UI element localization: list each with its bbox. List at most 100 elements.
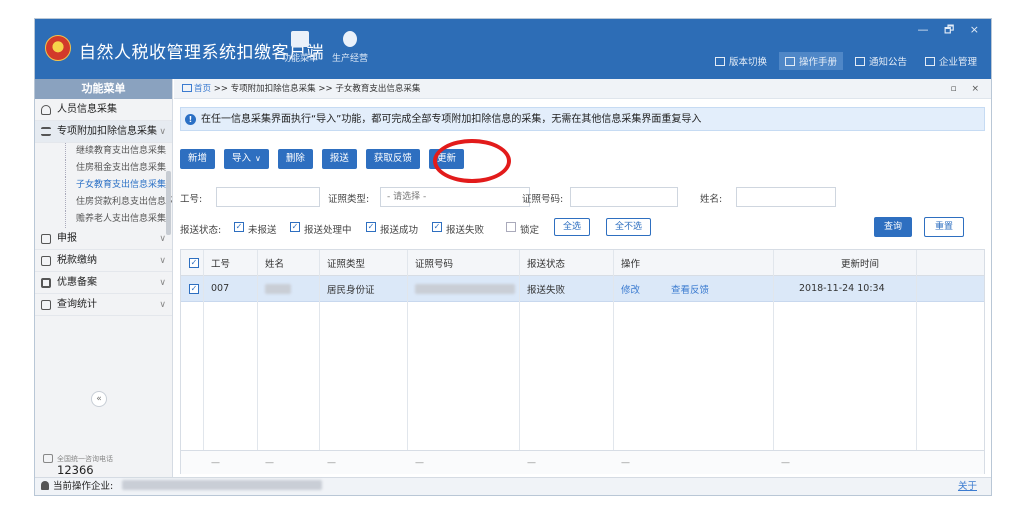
checkbox-lock[interactable] — [506, 222, 516, 232]
sidebar-subitem-child-education[interactable]: 子女教育支出信息采集 — [65, 177, 172, 194]
footer-cell: — — [621, 457, 630, 468]
info-icon: ! — [185, 114, 196, 125]
client-window: 自然人税收管理系统扣缴客户端 功能菜单 生产经营 — 🗗 × 版本切换 操作手册… — [34, 18, 992, 496]
notice-button[interactable]: 通知公告 — [849, 52, 913, 70]
id-number-input[interactable] — [570, 187, 678, 207]
sidebar-subitem-elderly-support[interactable]: 赡养老人支出信息采集 — [65, 211, 172, 228]
function-menu-label: 功能菜单 — [281, 54, 318, 64]
fetch-feedback-button[interactable]: 获取反馈 — [365, 149, 420, 169]
sidebar-item-special-deduction[interactable]: 专项附加扣除信息采集 ∨ — [35, 121, 172, 143]
id-label: 工号: — [180, 194, 203, 205]
sidebar-scrollbar[interactable] — [166, 171, 171, 235]
reset-button[interactable]: 重置 — [924, 217, 965, 237]
highlight-circle — [433, 139, 511, 183]
redacted-company-name — [122, 480, 323, 490]
header-status: 报送状态 — [527, 258, 566, 270]
sidebar-subitem-housing-loan[interactable]: 住房贷款利息支出信息采 — [65, 194, 172, 211]
edit-link[interactable]: 修改 — [621, 276, 640, 301]
row-checkbox[interactable]: ✓ — [189, 283, 199, 294]
header-action: 操作 — [621, 258, 641, 270]
redacted-id-number — [415, 283, 515, 294]
import-button[interactable]: 导入 ∨ — [224, 149, 269, 169]
sidebar-subitem-continuing-education[interactable]: 继续教育支出信息采集 — [65, 143, 172, 160]
top-right-menu: 版本切换 操作手册 通知公告 企业管理 — [709, 52, 983, 70]
column-divider — [319, 250, 320, 473]
sidebar-item-label: 人员信息采集 — [57, 104, 117, 115]
manual-button[interactable]: 操作手册 — [778, 52, 843, 70]
tab-controls[interactable]: ▫ × — [950, 79, 985, 99]
footer-cell: — — [327, 457, 336, 468]
sidebar-item-tax-payment[interactable]: 税款缴纳 ∨ — [35, 250, 172, 272]
column-divider — [613, 250, 614, 473]
sidebar-subitem-housing-rent[interactable]: 住房租金支出信息采集 — [65, 160, 172, 177]
grid-icon — [41, 300, 51, 310]
id-type-label: 证照类型: — [328, 194, 370, 205]
chevron-down-icon: ∨ — [159, 256, 166, 266]
notice-text: 在任一信息采集界面执行“导入”功能，都可完成全部专项附加扣除信息的采集，无需在其… — [201, 114, 702, 125]
user-icon — [41, 481, 49, 490]
select-all-checkbox[interactable]: ✓ — [189, 257, 199, 268]
footer-cell: — — [265, 457, 274, 468]
name-label: 姓名: — [700, 194, 723, 205]
sidebar-item-person-info[interactable]: 人员信息采集 — [35, 99, 172, 121]
sidebar-item-label: 查询统计 — [57, 299, 97, 310]
sidebar-item-label: 专项附加扣除信息采集 — [57, 126, 157, 137]
table-header: ✓ 工号 姓名 证照类型 证照号码 报送状态 操作 更新时间 — [181, 250, 984, 276]
header-id: 工号 — [211, 258, 231, 270]
chevron-down-icon: ∨ — [159, 300, 166, 310]
add-button[interactable]: 新增 — [180, 149, 216, 169]
checkbox-success[interactable]: ✓ — [366, 222, 376, 232]
sidebar-item-declare[interactable]: 申报 ∨ — [35, 228, 172, 250]
column-divider — [916, 250, 917, 473]
collapse-sidebar-button[interactable]: « — [91, 391, 107, 407]
select-all-button[interactable]: 全选 — [554, 218, 591, 236]
version-switch-button[interactable]: 版本切换 — [709, 52, 773, 70]
phone-icon — [43, 454, 53, 463]
id-input[interactable] — [216, 187, 320, 207]
grid-icon — [41, 256, 51, 266]
manual-label: 操作手册 — [798, 57, 837, 68]
window-controls[interactable]: — 🗗 × — [917, 21, 985, 40]
table-footer: — — — — — — — — [181, 450, 984, 474]
grid-icon — [41, 234, 51, 244]
checkbox-not-submitted[interactable]: ✓ — [234, 222, 244, 232]
cell-status: 报送失败 — [527, 284, 566, 296]
chevron-down-icon: ∨ — [159, 127, 166, 137]
submit-button[interactable]: 报送 — [321, 149, 357, 169]
column-divider — [773, 250, 774, 473]
checkbox-failed[interactable]: ✓ — [432, 222, 442, 232]
cell-id-number — [415, 276, 515, 301]
sidebar-item-query-stats[interactable]: 查询统计 ∨ — [35, 294, 172, 316]
filter-row: 工号: 证照类型: - 请选择 - 证照号码: 姓名: — [180, 187, 985, 209]
delete-button[interactable]: 删除 — [277, 149, 313, 169]
query-button[interactable]: 查询 — [874, 217, 913, 237]
company-manage-button[interactable]: 企业管理 — [919, 52, 983, 70]
square-icon — [41, 278, 51, 288]
status-option-label: 报送成功 — [380, 225, 419, 236]
production-business-button[interactable]: 生产经营 — [325, 29, 375, 73]
select-none-button[interactable]: 全不选 — [606, 218, 652, 236]
cell-name — [265, 276, 291, 301]
data-table: ✓ 工号 姓名 证照类型 证照号码 报送状态 操作 更新时间 ✓ 007 居民身… — [180, 249, 985, 474]
table-row[interactable]: ✓ 007 居民身份证 报送失败 修改 查看反馈 2018-11-24 10:3… — [181, 276, 984, 302]
header-id-type: 证照类型 — [327, 258, 366, 270]
function-menu-button[interactable]: 功能菜单 — [275, 29, 325, 73]
sidebar-item-label: 税款缴纳 — [57, 255, 97, 266]
breadcrumb-home[interactable]: 首页 — [194, 84, 211, 94]
notice-label: 通知公告 — [868, 57, 907, 68]
main-panel: 首页 >> 专项附加扣除信息采集 >> 子女教育支出信息采集 ▫ × ! 在任一… — [174, 79, 991, 477]
view-feedback-link[interactable]: 查看反馈 — [671, 276, 709, 301]
sidebar-item-preferential-filing[interactable]: 优惠备案 ∨ — [35, 272, 172, 294]
id-type-select[interactable]: - 请选择 - — [380, 187, 530, 207]
column-divider — [407, 250, 408, 473]
cell-id-type: 居民身份证 — [327, 284, 375, 296]
status-option-label: 未报送 — [248, 225, 277, 236]
national-emblem-icon — [45, 35, 71, 61]
version-icon — [714, 56, 725, 66]
chevron-down-icon: ∨ — [159, 278, 166, 288]
about-link[interactable]: 关于 — [958, 478, 977, 495]
toolbar: 新增 导入 ∨ 删除 报送 获取反馈 更新 — [180, 149, 464, 169]
list-icon — [41, 127, 51, 136]
name-input[interactable] — [736, 187, 836, 207]
checkbox-processing[interactable]: ✓ — [290, 222, 300, 232]
